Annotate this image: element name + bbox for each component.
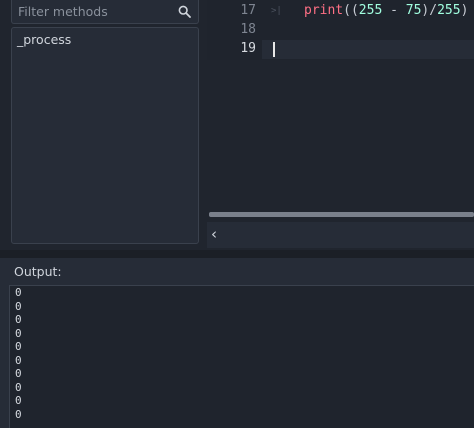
output-title: Output: — [14, 264, 62, 279]
text-caret — [273, 42, 275, 57]
output-log[interactable]: 0 0 0 0 0 0 0 0 0 0 — [9, 285, 474, 428]
tab-marker-icon: >| — [271, 6, 282, 16]
current-line-highlight — [262, 40, 474, 59]
code-operator: - — [382, 3, 406, 18]
log-line: 0 — [15, 407, 22, 421]
log-line: 0 — [15, 380, 22, 394]
log-line: 0 — [15, 367, 22, 380]
line-number: 18 — [240, 22, 256, 37]
line-number: 17 — [240, 3, 256, 18]
log-line: 0 — [15, 353, 22, 367]
code-number: 75 — [405, 3, 422, 18]
code-number: 255 — [358, 3, 383, 18]
script-editor-window: _process 17 >| print((255 - 75)/255) 18 … — [0, 0, 474, 428]
methods-list: _process — [11, 27, 199, 244]
log-line: 0 — [15, 286, 22, 299]
methods-panel: _process — [0, 0, 207, 250]
log-line: 0 — [15, 313, 22, 326]
code-paren: ) — [460, 3, 469, 18]
method-item-process[interactable]: _process — [17, 32, 71, 47]
output-panel: Output: 0 0 0 0 0 0 0 0 0 0 — [0, 258, 474, 428]
code-function-name: print — [304, 3, 344, 18]
filter-methods-box — [11, 0, 199, 24]
log-line: 0 — [15, 299, 22, 313]
search-icon[interactable] — [178, 5, 191, 18]
code-line-17[interactable]: print((255 - 75)/255) — [304, 3, 468, 18]
horizontal-scrollbar[interactable] — [209, 212, 474, 217]
log-line: 0 — [15, 340, 22, 353]
scrollbar-grabber[interactable] — [209, 212, 474, 217]
code-paren: (( — [343, 3, 359, 18]
chevron-left-icon[interactable]: ‹ — [211, 225, 217, 243]
code-editor[interactable]: 17 >| print((255 - 75)/255) 18 19 — [207, 0, 474, 60]
log-line: 0 — [15, 394, 22, 407]
code-operator: )/ — [421, 3, 438, 18]
code-editor-empty-area[interactable] — [207, 60, 474, 210]
line-number-current: 19 — [240, 41, 256, 56]
code-number: 255 — [437, 3, 461, 18]
panel-split-divider[interactable] — [0, 250, 474, 258]
filter-methods-input[interactable] — [12, 0, 172, 23]
log-line: 0 — [15, 326, 22, 340]
editor-status-bar: ‹ — [207, 222, 474, 248]
